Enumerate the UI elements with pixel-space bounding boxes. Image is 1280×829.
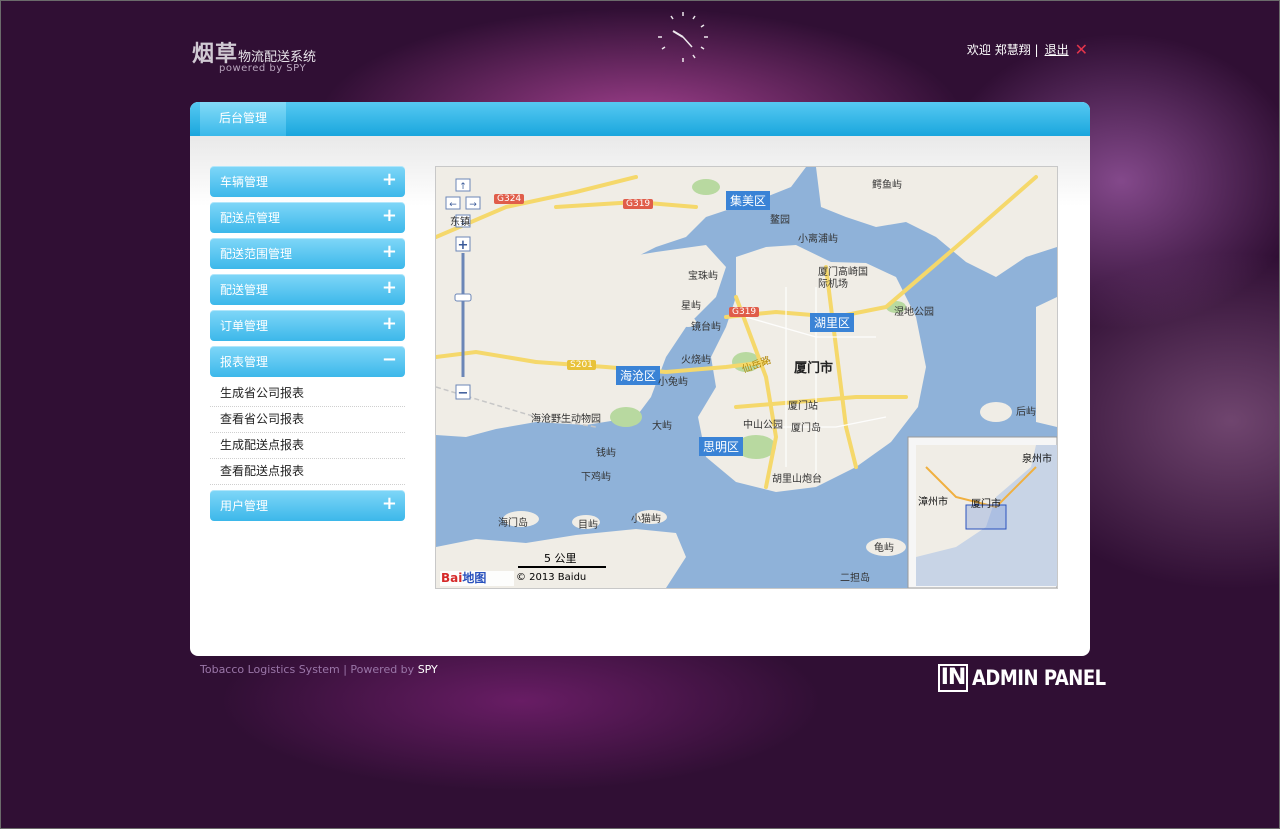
baidu-map[interactable]: ↑ ← → ↓ + − 集美区 湖里区 海沧区 思明区 厦门市 厦门高崎国际机场… xyxy=(435,166,1058,589)
logo-powered: powered by SPY xyxy=(219,63,307,74)
sidebar-menu: 车辆管理 + 配送点管理 + 配送范围管理 + 配送管理 + 订单管理 + 报表管理 − 生… xyxy=(210,166,405,526)
map-label-poi: 海沧野生动物园 xyxy=(531,414,601,425)
map-label-island: 火烧屿 xyxy=(681,355,711,366)
main-panel: 后台管理 车辆管理 + 配送点管理 + 配送范围管理 + 配送管理 + 订单管理 + 报表… xyxy=(190,102,1090,656)
map-label-island: 龟屿 xyxy=(874,543,894,554)
panel-topbar xyxy=(190,102,1090,136)
reports-submenu: 生成省公司报表 查看省公司报表 生成配送点报表 查看配送点报表 xyxy=(210,381,405,485)
road-shield: G324 xyxy=(494,194,525,204)
map-label-island: 后屿 xyxy=(1016,407,1036,418)
svg-text:↑: ↑ xyxy=(459,182,467,192)
map-scale-label: 5 公里 xyxy=(544,552,577,565)
map-label-island: 海门岛 xyxy=(498,518,528,529)
menu-item-reports[interactable]: 报表管理 − xyxy=(210,346,405,377)
menu-item-vehicles[interactable]: 车辆管理 + xyxy=(210,166,405,197)
overview-label: 漳州市 xyxy=(918,497,948,508)
map-label-poi: 厦门站 xyxy=(788,401,818,412)
collapse-icon: − xyxy=(381,349,397,370)
overview-label: 泉州市 xyxy=(1022,454,1052,465)
user-bar: 欢迎 郑慧翔 | 退出 ✕ xyxy=(967,41,1088,58)
menu-item-orders[interactable]: 订单管理 + xyxy=(210,310,405,341)
map-label-district: 思明区 xyxy=(699,437,744,456)
map-label-district: 湖里区 xyxy=(810,313,855,332)
map-label-island: 小兔屿 xyxy=(658,377,688,388)
map-label-airport: 厦门高崎国际机场 xyxy=(818,267,868,290)
expand-icon: + xyxy=(381,277,397,298)
admin-panel-text: ADMIN PANEL xyxy=(972,665,1106,691)
submenu-item[interactable]: 生成省公司报表 xyxy=(210,381,405,407)
menu-item-users[interactable]: 用户管理 + xyxy=(210,490,405,521)
map-label-city: 厦门市 xyxy=(794,361,834,376)
expand-icon: + xyxy=(381,169,397,190)
road-shield: S201 xyxy=(567,360,596,370)
menu-label: 配送点管理 xyxy=(220,211,281,225)
menu-item-delivery-points[interactable]: 配送点管理 + xyxy=(210,202,405,233)
admin-panel-logo: IN ADMIN PANEL xyxy=(938,664,1106,692)
clock-icon xyxy=(658,12,708,62)
menu-label: 配送管理 xyxy=(220,283,269,297)
expand-icon: + xyxy=(381,493,397,514)
svg-text:−: − xyxy=(458,386,469,401)
admin-panel-box: IN xyxy=(938,664,968,692)
map-label-island: 目屿 xyxy=(578,520,598,531)
submenu-item[interactable]: 生成配送点报表 xyxy=(210,433,405,459)
close-icon[interactable]: ✕ xyxy=(1075,41,1088,57)
map-label-island: 大屿 xyxy=(652,421,672,432)
map-label-island: 小离浦屿 xyxy=(798,234,838,245)
map-label-poi: 中山公园 xyxy=(743,420,783,431)
map-label-island: 宝珠屿 xyxy=(688,271,718,282)
logout-link[interactable]: 退出 xyxy=(1045,41,1069,58)
menu-label: 用户管理 xyxy=(220,499,269,513)
map-label-island: 钱屿 xyxy=(596,448,616,459)
map-label-island: 下鸡屿 xyxy=(581,472,611,483)
map-label-district: 集美区 xyxy=(726,191,771,210)
footer-spy: SPY xyxy=(417,663,438,676)
map-label-town: 东镇 xyxy=(450,217,470,228)
menu-item-delivery-range[interactable]: 配送范围管理 + xyxy=(210,238,405,269)
app-logo: 烟草物流配送系统 powered by SPY xyxy=(192,36,316,74)
map-label-poi: 厦门岛 xyxy=(791,423,821,434)
map-label-island: 鳄鱼屿 xyxy=(872,180,902,191)
svg-text:+: + xyxy=(458,238,469,253)
map-label-island: 镜台屿 xyxy=(691,322,721,333)
menu-label: 车辆管理 xyxy=(220,175,269,189)
submenu-item[interactable]: 查看省公司报表 xyxy=(210,407,405,433)
welcome-text: 欢迎 郑慧翔 | xyxy=(966,43,1039,57)
footer-system: Tobacco Logistics System | Powered by xyxy=(200,663,418,676)
menu-label: 报表管理 xyxy=(220,355,269,369)
menu-label: 配送范围管理 xyxy=(220,247,293,261)
menu-item-delivery[interactable]: 配送管理 + xyxy=(210,274,405,305)
baidu-logo: Bai地图 xyxy=(441,571,487,585)
map-label-poi: 湿地公园 xyxy=(894,307,934,318)
map-label-poi: 鳌园 xyxy=(770,215,790,226)
map-label-poi: 胡里山炮台 xyxy=(772,474,822,485)
expand-icon: + xyxy=(381,313,397,334)
tab-admin[interactable]: 后台管理 xyxy=(200,102,286,136)
road-shield: G319 xyxy=(623,199,654,209)
map-label-district: 海沧区 xyxy=(616,366,661,385)
footer-text: Tobacco Logistics System | Powered by SP… xyxy=(200,663,438,676)
overview-label: 厦门市 xyxy=(971,499,1001,510)
expand-icon: + xyxy=(381,241,397,262)
map-copyright: © 2013 Baidu xyxy=(516,572,587,583)
svg-text:←: ← xyxy=(449,200,457,210)
map-label-island: 小猫屿 xyxy=(631,514,661,525)
map-label-island: 二担岛 xyxy=(840,573,870,584)
menu-label: 订单管理 xyxy=(220,319,269,333)
map-label-island: 星屿 xyxy=(681,301,701,312)
expand-icon: + xyxy=(381,205,397,226)
svg-text:→: → xyxy=(469,200,477,210)
submenu-item[interactable]: 查看配送点报表 xyxy=(210,459,405,485)
road-shield: G319 xyxy=(729,307,760,317)
